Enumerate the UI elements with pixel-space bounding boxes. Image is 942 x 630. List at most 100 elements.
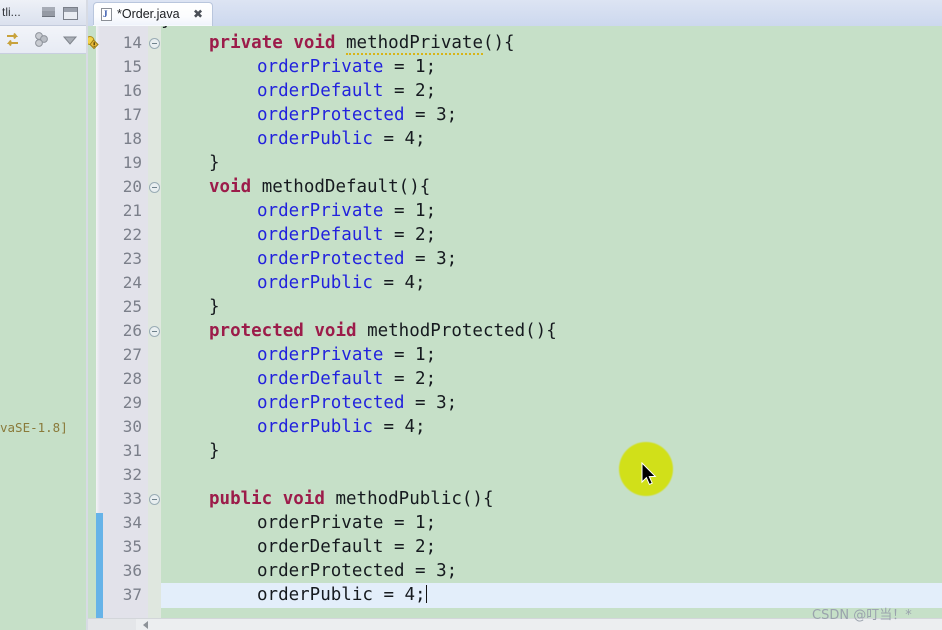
code-line[interactable]: orderPublic = 4;	[257, 271, 426, 295]
identifier-token: 3;	[436, 561, 458, 581]
mouse-pointer-icon	[641, 462, 657, 486]
code-line[interactable]: orderDefault = 2;	[257, 223, 436, 247]
watermark: CSDN @叮当！*	[812, 608, 912, 623]
identifier-token: methodPublic(){	[335, 489, 494, 509]
tabstrip-filler	[912, 0, 942, 26]
code-pane: } private void methodPrivate(){orderPriv…	[88, 26, 942, 618]
identifier-token: 1;	[415, 201, 437, 221]
identifier-token: methodDefault(){	[261, 177, 431, 197]
code-line[interactable]: }	[209, 439, 220, 463]
outline-entry-jre[interactable]: vaSE-1.8]	[0, 420, 68, 435]
code-line[interactable]: private void methodPrivate(){	[209, 31, 515, 55]
code-line[interactable]: void methodDefault(){	[209, 175, 430, 199]
code-line[interactable]: orderDefault = 2;	[257, 79, 436, 103]
minimize-icon[interactable]	[42, 7, 55, 17]
tab-label: *Order.java	[117, 7, 180, 21]
identifier-token	[272, 489, 283, 509]
line-number: 15	[122, 57, 142, 76]
identifier-token: =	[383, 345, 416, 365]
identifier-token: 4;	[404, 129, 426, 149]
view-menu-icon[interactable]	[60, 31, 80, 49]
identifier-token: 2;	[415, 81, 437, 101]
identifier-token: 4;	[404, 417, 426, 437]
code-line[interactable]: orderProtected = 3;	[257, 559, 457, 583]
field-token: orderPublic	[257, 273, 373, 293]
code-text-area[interactable]: } private void methodPrivate(){orderPriv…	[161, 26, 942, 618]
outline-tree[interactable]: vaSE-1.8]	[0, 54, 88, 630]
code-line[interactable]: orderPrivate = 1;	[257, 55, 436, 79]
code-line[interactable]: orderPublic = 4;	[257, 415, 426, 439]
field-token: orderDefault	[257, 81, 384, 101]
code-line[interactable]: public void methodPublic(){	[209, 487, 494, 511]
identifier-token: =	[383, 57, 416, 77]
line-number: 25	[122, 297, 142, 316]
identifier-token: =	[383, 369, 416, 389]
line-number: 18	[122, 129, 142, 148]
maximize-icon[interactable]	[63, 7, 78, 20]
identifier-token: orderProtected	[257, 561, 405, 581]
identifier-token	[304, 321, 315, 341]
scroll-left-arrow-icon[interactable]	[143, 621, 148, 629]
identifier-token: }	[209, 297, 220, 317]
line-number: 32	[122, 465, 142, 484]
code-line[interactable]: orderPrivate = 1;	[257, 343, 436, 367]
identifier-token	[325, 489, 336, 509]
identifier-token: =	[404, 105, 437, 125]
code-line[interactable]: orderPublic = 4;	[257, 127, 426, 151]
keyword-token: void	[282, 489, 325, 509]
code-line[interactable]: orderProtected = 3;	[257, 391, 457, 415]
identifier-token: =	[372, 585, 405, 605]
filter-icon[interactable]	[32, 31, 52, 49]
identifier-token: (){	[482, 33, 515, 53]
fold-collapse-icon[interactable]	[149, 38, 160, 49]
identifier-token: =	[383, 537, 416, 557]
close-icon[interactable]: ✖	[193, 8, 203, 20]
sort-icon[interactable]	[4, 31, 24, 49]
field-token: orderPublic	[257, 417, 373, 437]
editor-tabstrip: *Order.java ✖	[88, 0, 942, 27]
field-token: orderPublic	[257, 129, 373, 149]
code-line[interactable]: orderPrivate = 1;	[257, 511, 436, 535]
fold-collapse-icon[interactable]	[149, 182, 160, 193]
identifier-token: 3;	[436, 393, 458, 413]
code-line[interactable]: orderDefault = 2;	[257, 367, 436, 391]
field-token: orderProtected	[257, 393, 405, 413]
identifier-token: 2;	[415, 537, 437, 557]
fold-collapse-icon[interactable]	[149, 326, 160, 337]
line-number: 16	[122, 81, 142, 100]
warning-marker-icon[interactable]	[88, 35, 100, 50]
line-number: 28	[122, 369, 142, 388]
code-line[interactable]: orderDefault = 2;	[257, 535, 436, 559]
fold-collapse-icon[interactable]	[149, 494, 160, 505]
outline-title: tli...	[2, 5, 21, 19]
code-line[interactable]: }	[209, 151, 220, 175]
line-number: 31	[122, 441, 142, 460]
fold-marker-column[interactable]	[148, 26, 161, 618]
identifier-token: orderPublic	[257, 585, 373, 605]
outline-panel: tli... vaSE-1.8]	[0, 0, 88, 630]
line-number: 34	[122, 513, 142, 532]
code-line[interactable]: orderProtected = 3;	[257, 247, 457, 271]
keyword-token: protected	[209, 321, 304, 341]
identifier-token: 2;	[415, 225, 437, 245]
code-line[interactable]: protected void methodProtected(){	[209, 319, 557, 343]
line-number: 33	[122, 489, 142, 508]
identifier-token: methodProtected(){	[367, 321, 557, 341]
code-line[interactable]: orderPrivate = 1;	[257, 199, 436, 223]
line-number: 35	[122, 537, 142, 556]
identifier-token: 4;	[404, 273, 426, 293]
code-line[interactable]: orderProtected = 3;	[257, 103, 457, 127]
code-line[interactable]: orderPublic = 4;	[257, 583, 427, 607]
identifier-token	[283, 33, 294, 53]
identifier-token: methodPrivate	[346, 33, 483, 55]
line-number: 21	[122, 201, 142, 220]
code-line[interactable]: }	[209, 295, 220, 319]
identifier-token: 4;	[404, 585, 426, 605]
line-number: 17	[122, 105, 142, 124]
line-number: 23	[122, 249, 142, 268]
identifier-token: orderDefault	[257, 537, 384, 557]
identifier-token: =	[383, 513, 416, 533]
tab-order-java[interactable]: *Order.java ✖	[93, 2, 213, 26]
scrollbar-track-left[interactable]	[88, 619, 136, 630]
clipped-line: }	[161, 26, 172, 30]
